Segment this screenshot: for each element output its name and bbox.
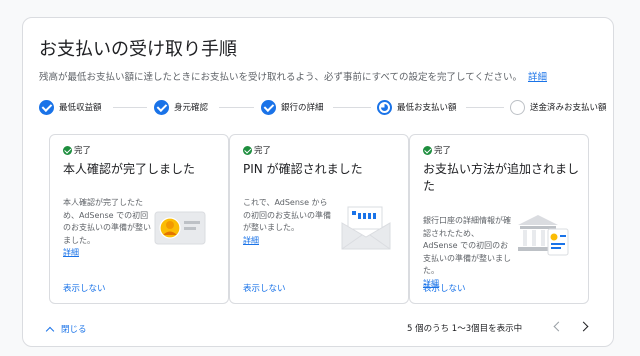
check-circle-icon [243, 145, 252, 155]
step-connector [113, 107, 147, 108]
status-badge: 完了 [243, 144, 271, 156]
step-label: 最低お支払い額 [397, 103, 457, 113]
step-label: 送金済みお支払い額 [530, 103, 607, 113]
collapse-button[interactable]: 閉じる [45, 323, 87, 335]
empty-circle-icon [510, 99, 525, 115]
progress-stepper: 最低収益額 身元確認 銀行の詳細 最低お支払い額 送金済みお支払い額 [39, 97, 609, 117]
check-circle-icon [39, 99, 54, 115]
panel-title: お支払いの受け取り手順 [39, 39, 237, 60]
chevron-left-icon [553, 321, 564, 332]
check-circle-icon [63, 145, 72, 155]
card-title: お支払い方法が追加されました [423, 162, 580, 193]
card-details-link[interactable]: 詳細 [63, 247, 153, 260]
check-circle-icon [261, 99, 276, 115]
panel-description: 残高が最低お支払い額に達したときにお支払いを受け取れるよう、必ず事前にすべての設… [39, 69, 547, 83]
check-circle-icon [154, 99, 169, 115]
progress-circle-icon [377, 99, 392, 115]
card-details-link[interactable]: 詳細 [243, 235, 333, 248]
status-badge: 完了 [423, 144, 451, 156]
payment-method-card: 完了 お支払い方法が追加されました 銀行口座の詳細情報が確認されたため、AdSe… [409, 134, 589, 304]
card-title: PIN が確認されました [243, 162, 363, 176]
id-card-icon [154, 211, 206, 245]
step-identity: 身元確認 [154, 97, 208, 117]
step-label: 最低収益額 [59, 103, 102, 113]
check-circle-icon [423, 145, 432, 155]
description-text: 残高が最低お支払い額に達したときにお支払いを受け取れるよう、必ず事前にすべての設… [39, 72, 522, 83]
chevron-right-icon [578, 321, 589, 332]
step-min-payment: 最低お支払い額 [377, 97, 457, 117]
bank-icon [518, 215, 569, 256]
identity-verified-card: 完了 本人確認が完了しました 本人確認が完了したため、AdSense での初回の… [49, 134, 229, 304]
pin-verified-card: 完了 PIN が確認されました これで、AdSense からの初回のお支払いの準… [229, 134, 409, 304]
dismiss-button[interactable]: 表示しない [423, 282, 466, 294]
card-body: これで、AdSense からの初回のお支払いの準備が整いました。 詳細 [243, 197, 333, 247]
card-body: 銀行口座の詳細情報が確認されたため、AdSense での初回のお支払いの準備が整… [423, 215, 513, 290]
dismiss-button[interactable]: 表示しない [243, 282, 286, 294]
step-connector [219, 107, 254, 108]
card-title: 本人確認が完了しました [63, 162, 196, 176]
envelope-icon [341, 206, 391, 250]
card-body: 本人確認が完了したため、AdSense での初回のお支払いの準備が整いました。 … [63, 197, 153, 260]
collapse-label: 閉じる [61, 325, 87, 335]
step-connector [333, 107, 371, 108]
step-bank-details: 銀行の詳細 [261, 97, 324, 117]
step-connector [466, 107, 504, 108]
step-payment-sent: 送金済みお支払い額 [510, 97, 607, 117]
step-label: 銀行の詳細 [281, 103, 324, 113]
chevron-up-icon [45, 326, 55, 335]
dismiss-button[interactable]: 表示しない [63, 282, 106, 294]
payment-setup-panel: お支払いの受け取り手順 残高が最低お支払い額に達したときにお支払いを受け取れるよ… [22, 17, 614, 347]
step-label: 身元確認 [174, 103, 209, 113]
status-badge: 完了 [63, 144, 91, 156]
details-link[interactable]: 詳細 [528, 72, 547, 83]
previous-page-button[interactable] [548, 319, 564, 335]
next-page-button[interactable] [577, 319, 593, 335]
step-min-earnings: 最低収益額 [39, 97, 102, 117]
pager-status: 5 個のうち 1〜3個目を表示中 [407, 324, 523, 334]
